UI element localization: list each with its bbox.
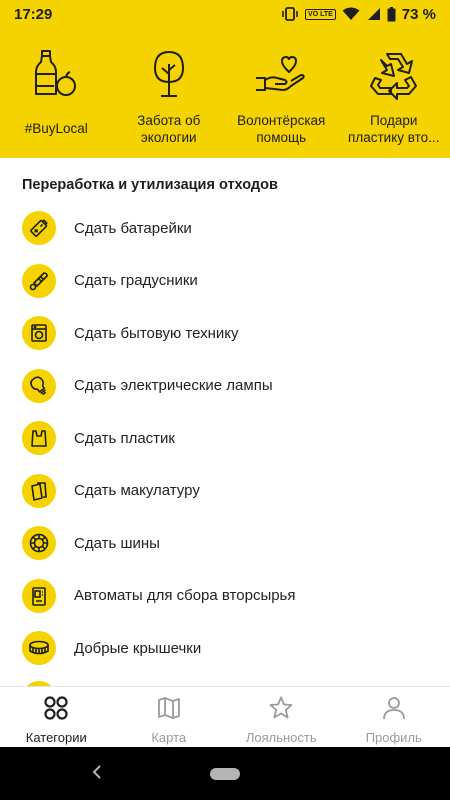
tab-label: Лояльность xyxy=(245,730,317,745)
battery-percent: 73 % xyxy=(401,5,436,23)
map-icon xyxy=(156,695,182,726)
vending-machine-icon xyxy=(22,578,56,613)
list-item-label: Сдать бытовую технику xyxy=(74,324,239,342)
list-item-lamps[interactable]: Сдать электрические лампы xyxy=(0,360,450,413)
categories-icon xyxy=(43,695,69,726)
lightbulb-icon xyxy=(22,368,56,403)
list-item-vending-machines[interactable]: Автоматы для сбора вторсырья xyxy=(0,570,450,623)
category-buylocal[interactable]: #BuyLocal xyxy=(0,28,113,158)
back-icon[interactable] xyxy=(92,765,102,784)
list-item-label: Автоматы для сбора вторсырья xyxy=(74,587,296,605)
list-item-bottle-caps[interactable]: Добрые крышечки xyxy=(0,622,450,675)
volte-icon: VO LTE xyxy=(305,8,336,20)
wifi-icon xyxy=(342,7,360,21)
thermometer-icon xyxy=(22,263,56,298)
list-item-label: Сдать батарейки xyxy=(74,219,192,237)
tire-icon xyxy=(22,526,56,561)
star-icon xyxy=(268,695,294,726)
tree-icon xyxy=(141,46,197,102)
category-carousel: #BuyLocal Забота об экологии Волонтёрска… xyxy=(0,28,450,158)
category-label: Волонтёрская помощь xyxy=(237,113,326,145)
tab-label: Категории xyxy=(25,730,87,745)
section-title: Переработка и утилизация отходов xyxy=(22,177,278,193)
hand-heart-icon xyxy=(253,46,309,102)
category-volunteer[interactable]: Волонтёрская помощь xyxy=(225,28,338,158)
list-item-label: Сдать градусники xyxy=(74,272,198,290)
list-item-plastic[interactable]: Сдать пластик xyxy=(0,412,450,465)
recycle-icon xyxy=(366,46,422,102)
main-content: Переработка и утилизация отходов Сдать б… xyxy=(0,158,450,686)
system-navigation-bar xyxy=(0,747,450,800)
bottom-navigation: Категории Карта Лояльность Профиль xyxy=(0,686,450,747)
status-bar: 17:29 VO LTE 73 % xyxy=(0,0,450,28)
list-item-appliances[interactable]: Сдать бытовую технику xyxy=(0,307,450,360)
list-item-tires[interactable]: Сдать шины xyxy=(0,517,450,570)
status-icons: VO LTE 73 % xyxy=(281,6,436,23)
list-item-label: Сдать шины xyxy=(74,534,160,552)
vibrate-icon xyxy=(281,7,299,21)
status-time: 17:29 xyxy=(14,5,53,23)
category-label: Забота об экологии xyxy=(137,113,201,145)
tab-profile[interactable]: Профиль xyxy=(338,687,450,747)
category-plastic[interactable]: Подари пластику вто... xyxy=(338,28,450,158)
category-label: Подари пластику вто... xyxy=(348,113,440,145)
tab-loyalty[interactable]: Лояльность xyxy=(225,687,338,747)
list-item-label: Сдать пластик xyxy=(74,429,175,447)
list-item-paper[interactable]: Сдать макулатуру xyxy=(0,465,450,518)
bottle-cap-icon xyxy=(22,631,56,666)
list-item-label: Добрые крышечки xyxy=(74,639,202,657)
list-item-label: Сдать электрические лампы xyxy=(74,377,273,395)
category-label: #BuyLocal xyxy=(24,121,88,136)
tab-label: Профиль xyxy=(365,730,422,745)
plastic-bag-icon xyxy=(22,421,56,456)
washing-machine-icon xyxy=(22,316,56,351)
list-item-label: Сдать макулатуру xyxy=(74,482,200,500)
home-pill-button[interactable] xyxy=(210,767,240,780)
list-item-batteries[interactable]: Сдать батарейки xyxy=(0,202,450,255)
recycling-list: Сдать батарейки Сдать градусники Сдать б… xyxy=(0,202,450,675)
list-item-thermometers[interactable]: Сдать градусники xyxy=(0,255,450,308)
paper-icon xyxy=(22,473,56,508)
category-ecology[interactable]: Забота об экологии xyxy=(113,28,226,158)
tab-label: Карта xyxy=(151,730,187,745)
battery-icon xyxy=(22,211,56,246)
tab-map[interactable]: Карта xyxy=(113,687,226,747)
tab-categories[interactable]: Категории xyxy=(0,687,113,747)
profile-icon xyxy=(381,695,407,726)
bottle-apple-icon xyxy=(28,46,84,102)
battery-status-icon xyxy=(387,6,396,22)
signal-icon xyxy=(366,7,381,21)
